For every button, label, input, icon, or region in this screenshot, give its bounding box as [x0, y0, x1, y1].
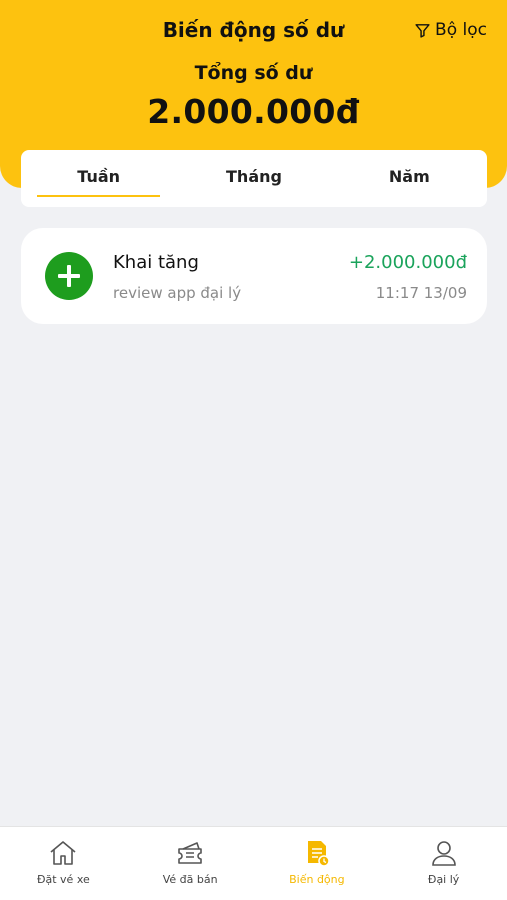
- user-icon: [431, 841, 456, 866]
- balance-value: 2.000.000đ: [147, 92, 360, 131]
- nav-book-ticket[interactable]: Đặt vé xe: [0, 827, 127, 900]
- nav-agent-label: Đại lý: [427, 873, 460, 886]
- tab-week-label: Tuần: [77, 167, 121, 186]
- tab-year-label: Năm: [388, 167, 430, 186]
- nav-agent[interactable]: Đại lý: [380, 827, 507, 900]
- nav-transactions[interactable]: Biến động: [254, 827, 381, 900]
- plus-circle-icon: [45, 252, 93, 300]
- document-clock-icon: [307, 841, 330, 867]
- nav-sold-tickets-label: Vé đã bán: [162, 873, 218, 886]
- transaction-title: Khai tăng: [113, 252, 199, 273]
- transaction-amount: +2.000.000đ: [348, 252, 467, 273]
- home-icon: [50, 841, 76, 865]
- transaction-time: 11:17 13/09: [375, 284, 467, 302]
- tab-year[interactable]: Năm: [332, 150, 487, 207]
- filter-button[interactable]: Bộ lọc: [414, 20, 487, 40]
- balance-label: Tổng số dư: [194, 62, 313, 84]
- nav-sold-tickets[interactable]: Vé đã bán: [127, 827, 254, 900]
- funnel-icon: [415, 23, 430, 38]
- bottom-nav: Đặt vé xe Vé đã bán Biến động Đại lý: [0, 826, 507, 900]
- nav-transactions-label: Biến động: [289, 873, 345, 886]
- transaction-item[interactable]: Khai tăng review app đại lý +2.000.000đ …: [21, 228, 487, 324]
- tab-week[interactable]: Tuần: [21, 150, 176, 207]
- ticket-icon: [178, 842, 202, 864]
- tab-month-label: Tháng: [226, 167, 282, 186]
- period-tabs: Tuần Tháng Năm: [21, 150, 487, 207]
- tab-month[interactable]: Tháng: [176, 150, 331, 207]
- filter-label: Bộ lọc: [435, 20, 487, 40]
- screen: Biến động số dư Bộ lọc Tổng số dư 2.000.…: [0, 0, 507, 900]
- nav-book-ticket-label: Đặt vé xe: [36, 873, 90, 886]
- transaction-description: review app đại lý: [113, 284, 242, 302]
